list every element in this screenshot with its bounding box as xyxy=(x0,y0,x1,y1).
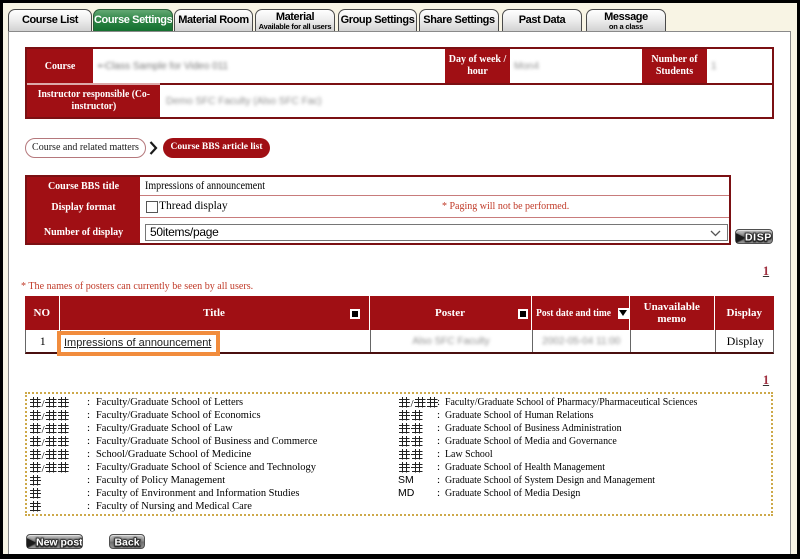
svg-text:▶: ▶ xyxy=(27,537,36,549)
svg-text:▶: ▶ xyxy=(736,232,745,244)
svg-text:Back: Back xyxy=(114,537,139,549)
svg-text:New post: New post xyxy=(36,537,82,549)
svg-text:DISP: DISP xyxy=(745,232,772,244)
